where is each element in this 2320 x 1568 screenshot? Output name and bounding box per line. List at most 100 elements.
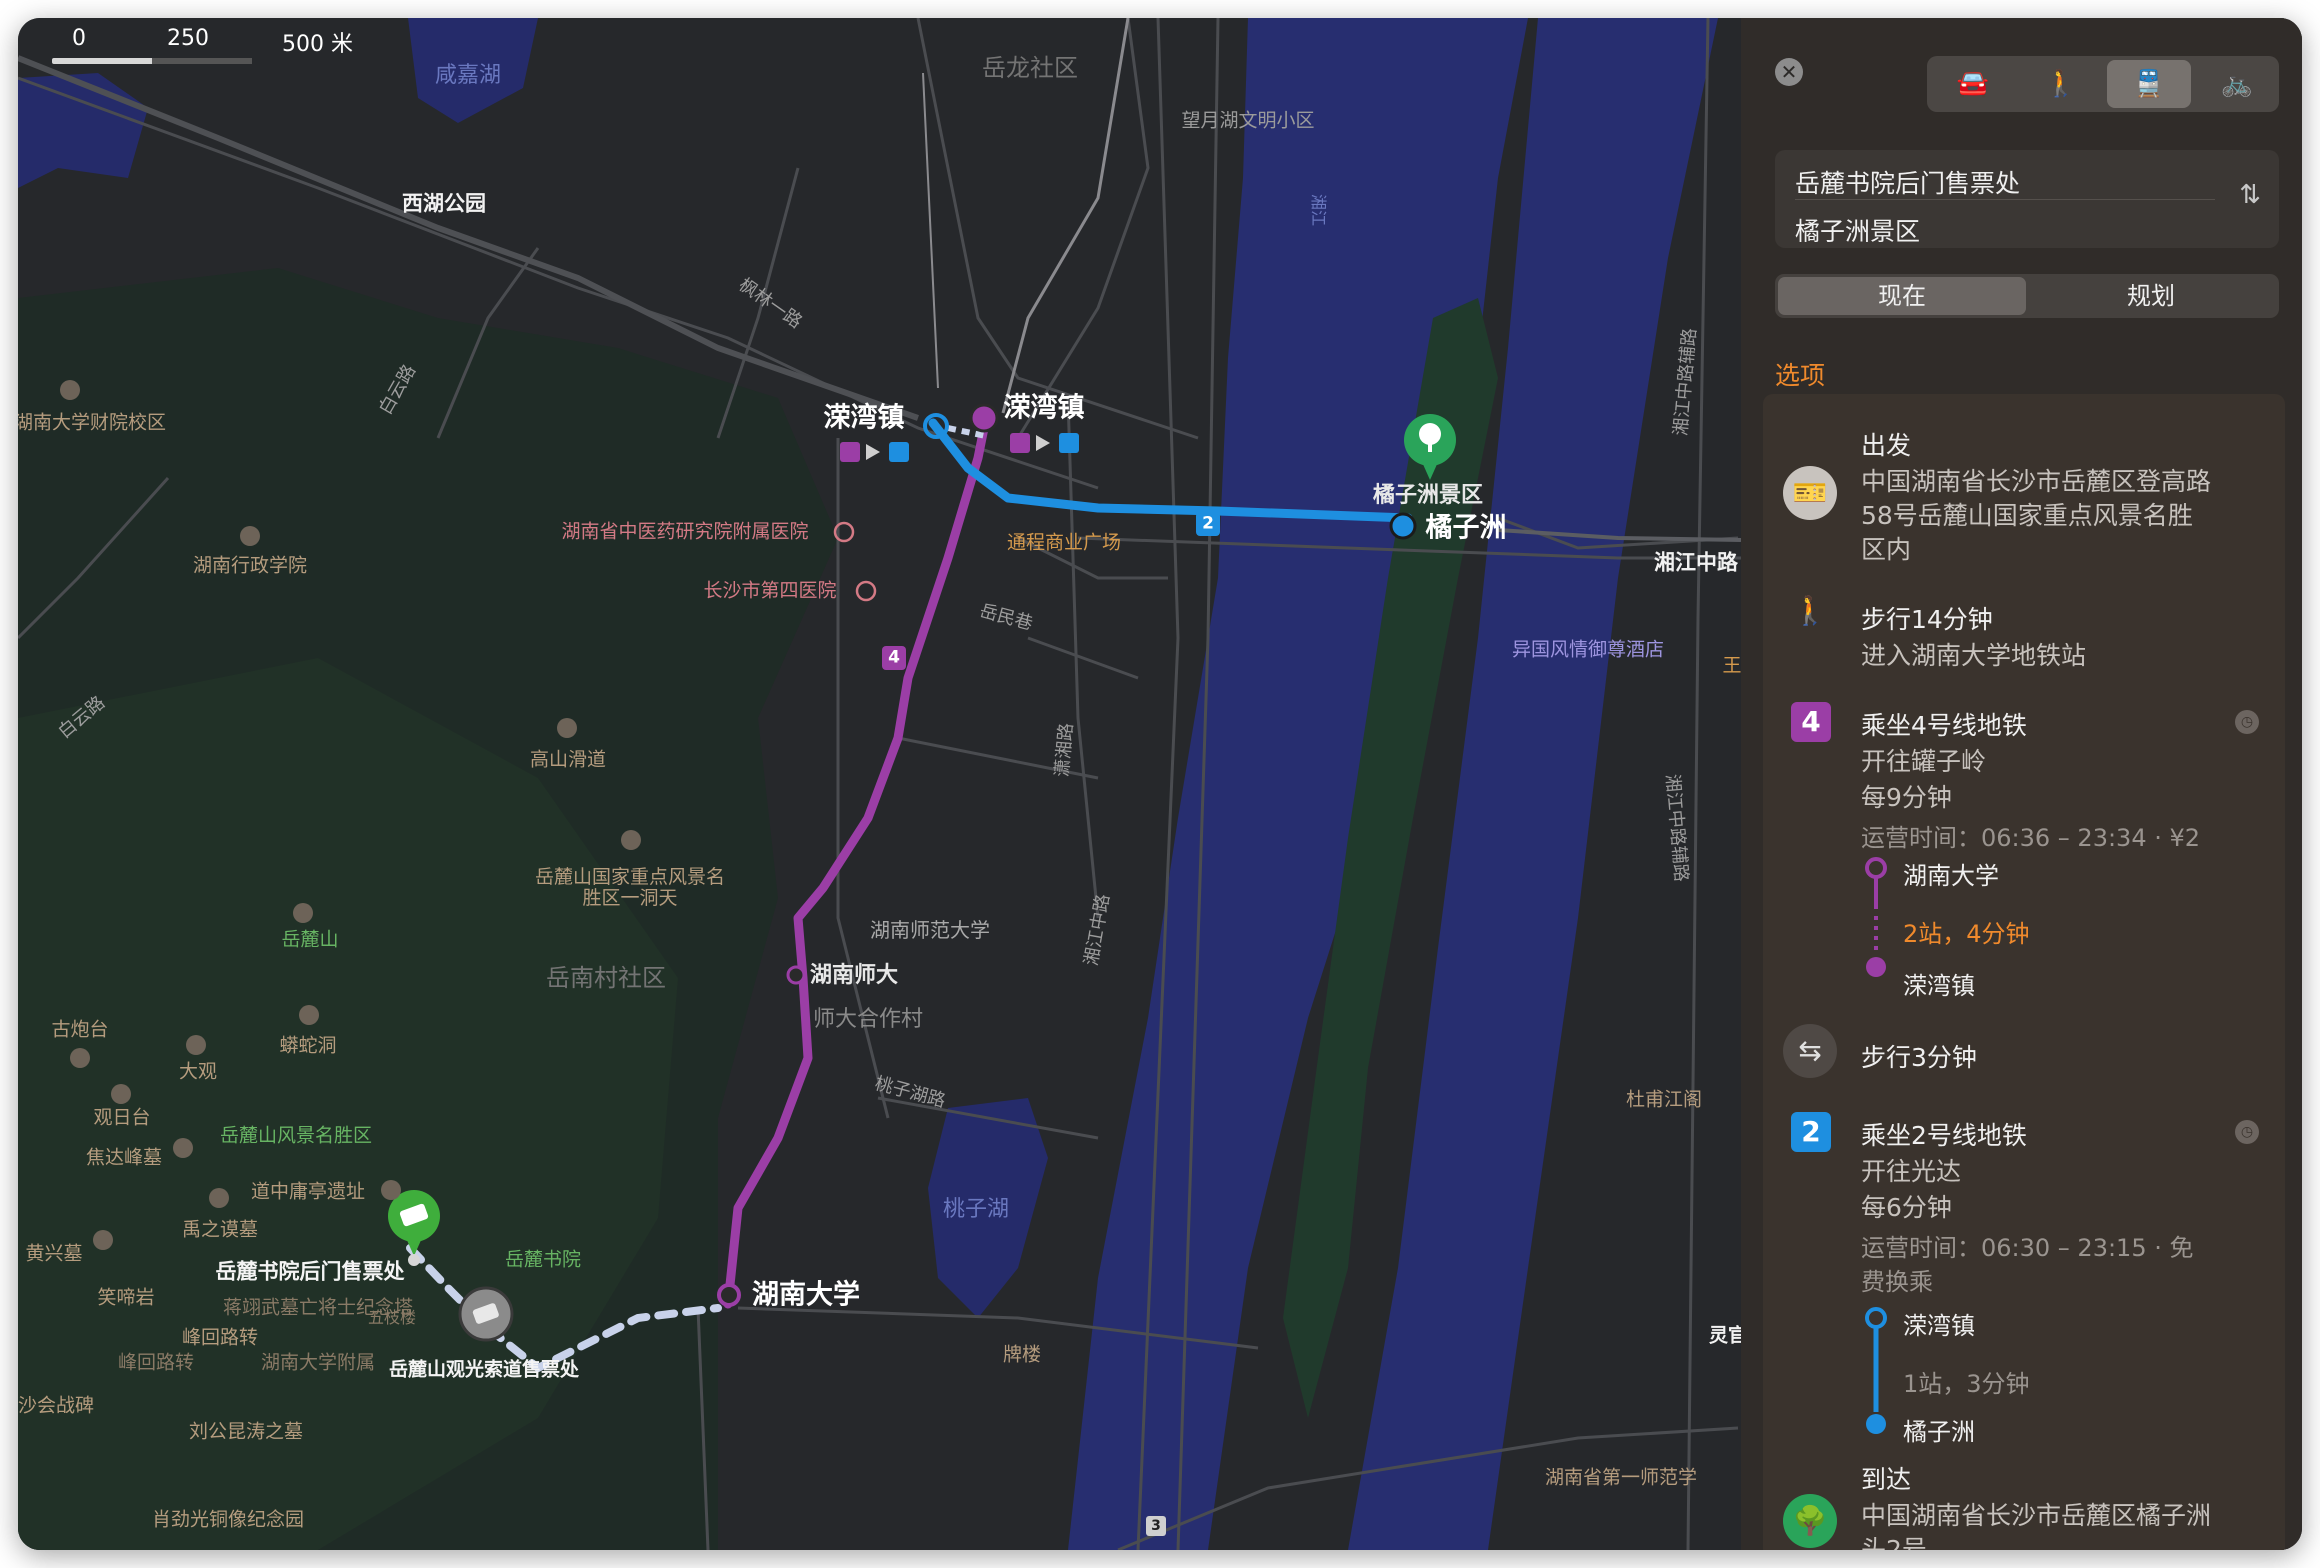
station-label-rongwan-line4[interactable]: 溁湾镇 bbox=[1004, 395, 1085, 422]
scale-zero: 0 bbox=[72, 26, 86, 51]
scale-bar bbox=[52, 58, 252, 64]
destination-field[interactable]: 橘子洲景区 bbox=[1795, 212, 1920, 248]
depart-address: 区内 bbox=[1861, 535, 1912, 564]
transit-step-title: 乘坐4号线地铁 bbox=[1861, 711, 2027, 740]
place-label: 焦达峰墓 bbox=[85, 1146, 163, 1169]
depart-title: 出发 bbox=[1861, 431, 1912, 460]
transit-step-title: 乘坐2号线地铁 bbox=[1861, 1121, 2027, 1150]
now-segment[interactable]: 现在 bbox=[1778, 277, 2026, 315]
origin-field[interactable]: 岳麓书院后门售票处 bbox=[1795, 164, 2020, 200]
route-steps: 🎫 出发 中国湖南省长沙市岳麓区登高路 58号岳麓山国家重点风景名胜 区内 🚶 … bbox=[1763, 394, 2285, 1550]
car-icon: 🚘 bbox=[1956, 69, 1990, 99]
transit-hours: 运营时间：06:30 – 23:15 · 免 bbox=[1861, 1234, 2194, 1262]
line-4-stop-diagram bbox=[1865, 857, 1887, 977]
place-label: 黄兴墓 bbox=[25, 1242, 83, 1265]
district-label: 岳龙社区 bbox=[982, 54, 1078, 82]
alight-station[interactable]: 溁湾镇 bbox=[1903, 966, 1975, 1001]
place-label: 岳麓书院 bbox=[504, 1248, 582, 1271]
start-pin-label[interactable]: 岳麓书院后门售票处 bbox=[216, 1261, 405, 1283]
walk-mode-button[interactable]: 🚶 bbox=[2019, 60, 2103, 108]
place-label: 蟒蛇洞 bbox=[279, 1034, 337, 1057]
poi-label-juzizhou[interactable]: 橘子洲景区 bbox=[1373, 485, 1483, 507]
stops-summary[interactable]: 2站，4分钟 bbox=[1903, 914, 2030, 949]
place-label: 沙会战碑 bbox=[18, 1394, 95, 1417]
place-label: 禹之谟墓 bbox=[181, 1218, 259, 1241]
place-label: 湖南行政学院 bbox=[192, 554, 308, 577]
ticket-icon: 🎫 bbox=[1783, 466, 1837, 520]
car-mode-button[interactable]: 🚘 bbox=[1931, 60, 2015, 108]
place-label: 峰回路转 bbox=[117, 1351, 195, 1374]
district-label: 岳南村社区 bbox=[546, 964, 666, 992]
bike-icon: 🚲 bbox=[2220, 69, 2254, 99]
scale-mid: 250 bbox=[167, 26, 209, 51]
swap-icon[interactable]: ⇅ bbox=[2239, 180, 2261, 210]
walk-icon: 🚶 bbox=[1792, 594, 1828, 627]
place-label: 刘公昆涛之墓 bbox=[188, 1420, 304, 1443]
board-station[interactable]: 湖南大学 bbox=[1903, 856, 1999, 891]
river-label: 湘江 bbox=[1309, 193, 1328, 227]
station-label-hunan-shida[interactable]: 湖南师大 bbox=[810, 965, 898, 987]
place-label: 王 bbox=[1722, 654, 1742, 677]
clock-icon[interactable]: ◷ bbox=[2235, 710, 2259, 734]
walk-step-title: 步行14分钟 bbox=[1861, 605, 1993, 634]
lake-label: 咸嘉湖 bbox=[434, 63, 502, 88]
line-badge-4: 4 bbox=[888, 647, 900, 668]
transit-frequency: 每6分钟 bbox=[1861, 1193, 1952, 1222]
scale-end: 500 米 bbox=[282, 32, 353, 57]
station-label-rongwan-line2[interactable]: 溁湾镇 bbox=[824, 405, 905, 432]
place-label: 岳麓山国家重点风景名胜区一洞天 bbox=[535, 866, 726, 909]
place-label: 湖南大学附属 bbox=[260, 1351, 376, 1374]
stops-summary[interactable]: 1站，3分钟 bbox=[1903, 1364, 2030, 1399]
place-label: 湖南省第一师范学 bbox=[1544, 1466, 1698, 1489]
place-label: 湖南师范大学 bbox=[870, 918, 990, 942]
transit-icon: 🚆 bbox=[2132, 69, 2166, 99]
place-label: 岳麓山观光索道售票处 bbox=[388, 1358, 580, 1381]
line-4-badge: 4 bbox=[1791, 702, 1831, 742]
maps-window: 0 250 500 米 岳龙社区 岳南村社区 咸嘉湖 桃子湖 枫林一路 白云路 … bbox=[18, 18, 2302, 1550]
close-button[interactable]: ✕ bbox=[1775, 58, 1803, 86]
arrive-title: 到达 bbox=[1861, 1465, 1912, 1494]
board-station[interactable]: 溁湾镇 bbox=[1903, 1306, 1975, 1341]
directions-panel: ✕ 🚘 🚶 🚆 🚲 岳麓书院后门售票处 橘子洲景区 ⇅ 现在 规划 选项 🎫 出… bbox=[1741, 18, 2302, 1550]
road-label: 潇湘路 bbox=[1051, 722, 1078, 778]
lake-label: 桃子湖 bbox=[942, 1197, 1010, 1222]
place-label: 五枝楼 bbox=[367, 1308, 417, 1327]
place-label: 长沙市第四医院 bbox=[703, 579, 837, 602]
place-label: 湖南大学财院校区 bbox=[18, 411, 167, 434]
plan-segment[interactable]: 规划 bbox=[2027, 277, 2275, 315]
transport-mode-selector: 🚘 🚶 🚆 🚲 bbox=[1927, 56, 2279, 112]
depart-address: 中国湖南省长沙市岳麓区登高路 bbox=[1861, 467, 2212, 496]
arrive-address: 头2号 bbox=[1861, 1535, 1927, 1550]
clock-icon[interactable]: ◷ bbox=[2235, 1120, 2259, 1144]
place-label: 通程商业广场 bbox=[1006, 531, 1122, 554]
line-2-stop-diagram bbox=[1865, 1307, 1887, 1434]
station-label-hunan-daxue[interactable]: 湖南大学 bbox=[752, 1282, 860, 1309]
bike-mode-button[interactable]: 🚲 bbox=[2195, 60, 2279, 108]
place-label: 肖劲光铜像纪念园 bbox=[151, 1508, 305, 1531]
place-label: 杜甫江阁 bbox=[1625, 1088, 1703, 1111]
station-label-juzizhou[interactable]: 橘子洲 bbox=[1426, 515, 1507, 542]
place-label: 道中庸亭遗址 bbox=[250, 1180, 366, 1203]
place-label: 峰回路转 bbox=[181, 1326, 259, 1349]
transit-direction: 开往光达 bbox=[1861, 1157, 1962, 1186]
walk-step-title: 步行3分钟 bbox=[1861, 1043, 1977, 1072]
alight-station[interactable]: 橘子洲 bbox=[1903, 1412, 1975, 1447]
time-segmented-control: 现在 规划 bbox=[1775, 274, 2279, 318]
line-2-badge: 2 bbox=[1791, 1112, 1831, 1152]
place-label: 古炮台 bbox=[51, 1018, 109, 1041]
transfer-icon: ⇆ bbox=[1783, 1024, 1837, 1078]
place-label: 大观 bbox=[178, 1060, 218, 1083]
depart-address: 58号岳麓山国家重点风景名胜 bbox=[1861, 501, 2193, 530]
place-label: 西湖公园 bbox=[402, 191, 486, 216]
options-link[interactable]: 选项 bbox=[1775, 356, 1825, 392]
route-endpoints: 岳麓书院后门售票处 橘子洲景区 ⇅ bbox=[1775, 150, 2279, 248]
place-label: 望月湖文明小区 bbox=[1181, 109, 1315, 132]
place-label: 异国风情御尊酒店 bbox=[1511, 638, 1665, 661]
place-label: 师大合作村 bbox=[812, 1007, 924, 1032]
place-label: 高山滑道 bbox=[529, 748, 607, 771]
place-label: 观日台 bbox=[93, 1106, 151, 1129]
place-label: 岳麓山 bbox=[281, 928, 339, 951]
transit-mode-button[interactable]: 🚆 bbox=[2107, 60, 2191, 108]
place-label: 牌楼 bbox=[1002, 1343, 1042, 1366]
transit-hours: 费换乘 bbox=[1861, 1268, 1933, 1296]
